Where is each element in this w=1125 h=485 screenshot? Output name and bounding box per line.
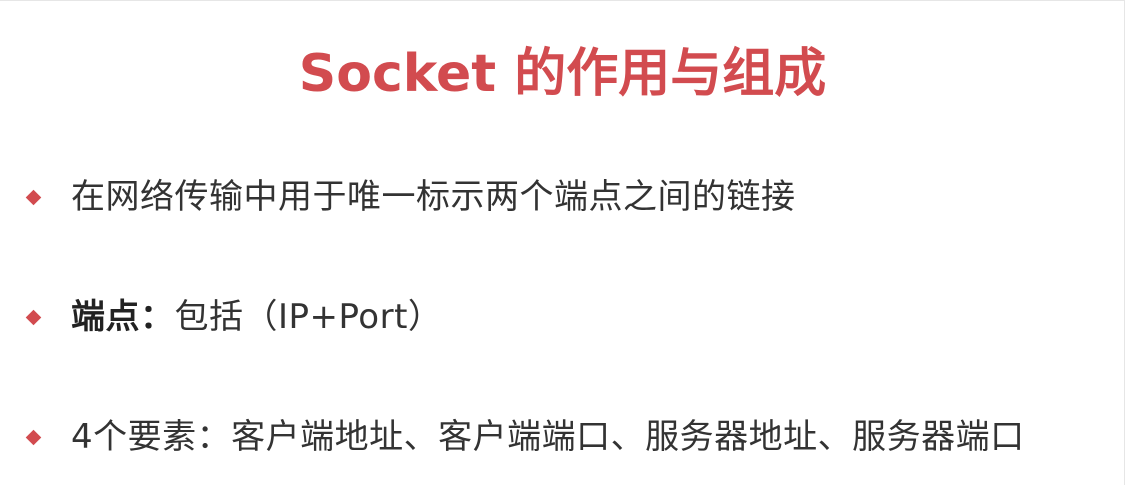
diamond-bullet-icon	[25, 309, 42, 325]
slide: Socket 的作用与组成 在网络传输中用于唯一标示两个端点之间的链接 端点：包…	[0, 0, 1125, 485]
bullet-text-3: 4个要素：客户端地址、客户端端口、服务器地址、服务器端口	[71, 417, 1025, 457]
bullet-item-3: 4个要素：客户端地址、客户端端口、服务器地址、服务器端口	[24, 411, 1114, 463]
diamond-bullet-icon	[25, 189, 42, 205]
bullet-item-1: 在网络传输中用于唯一标示两个端点之间的链接	[24, 171, 1114, 223]
bullet-text-1: 在网络传输中用于唯一标示两个端点之间的链接	[71, 177, 796, 217]
slide-title: Socket 的作用与组成	[298, 44, 827, 104]
bullet-text-2: 端点：包括（IP+Port）	[71, 291, 442, 343]
diamond-bullet-icon	[25, 429, 42, 445]
bullet-body-2: 包括（IP+Port）	[174, 297, 443, 337]
bullet-label-2: 端点：	[71, 297, 175, 337]
bullet-item-2: 端点：包括（IP+Port）	[24, 291, 1114, 343]
